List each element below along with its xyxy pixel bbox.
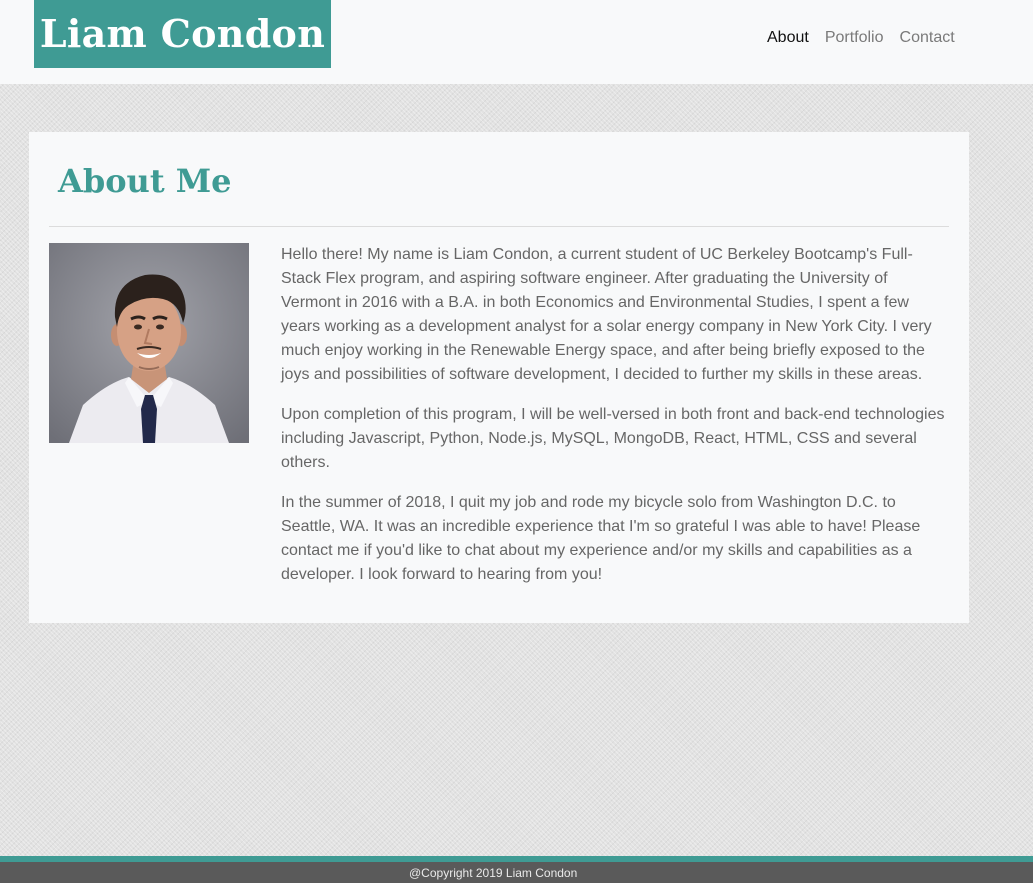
profile-photo bbox=[49, 243, 249, 443]
bio-paragraph: Hello there! My name is Liam Condon, a c… bbox=[281, 246, 932, 383]
profile-photo-image bbox=[49, 243, 249, 443]
nav-portfolio[interactable]: Portfolio bbox=[825, 27, 884, 49]
brand-logo[interactable]: Liam Condon bbox=[34, 0, 331, 68]
nav-contact[interactable]: Contact bbox=[900, 27, 955, 49]
bio-paragraph: Upon completion of this program, I will … bbox=[281, 406, 945, 471]
navbar: Liam Condon About Portfolio Contact bbox=[0, 0, 1033, 84]
about-card: About Me Hello there! My name is Liam Co… bbox=[29, 132, 969, 623]
nav-menu: About Portfolio Contact bbox=[767, 27, 955, 49]
title-divider bbox=[49, 226, 949, 227]
bio-text: Hello there! My name is Liam Condon, a c… bbox=[281, 243, 951, 603]
page-title: About Me bbox=[58, 162, 232, 200]
copyright-text: @Copyright 2019 Liam Condon bbox=[409, 866, 578, 880]
footer: @Copyright 2019 Liam Condon bbox=[0, 856, 1033, 883]
nav-about[interactable]: About bbox=[767, 27, 809, 49]
bio-paragraph: In the summer of 2018, I quit my job and… bbox=[281, 494, 921, 583]
